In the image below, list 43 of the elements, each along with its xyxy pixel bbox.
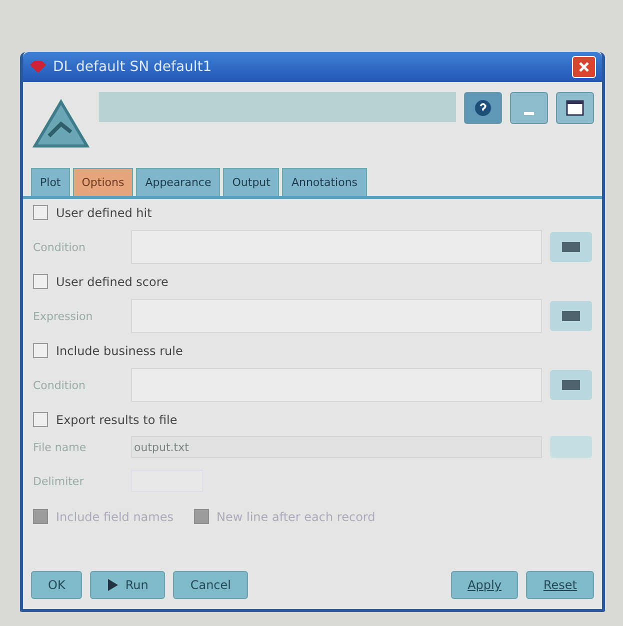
dialog-button[interactable]: Reset <box>526 571 594 599</box>
window-title: DL default SN default1 <box>53 59 213 75</box>
dialog-button[interactable]: Run <box>90 571 166 599</box>
checkbox-label: User defined hit <box>56 206 152 220</box>
expression-builder-button[interactable] <box>550 370 592 400</box>
text-field[interactable] <box>131 299 542 333</box>
checkbox[interactable] <box>33 205 48 220</box>
dialog-button[interactable]: Apply <box>450 571 518 599</box>
tab[interactable]: Options <box>72 168 134 196</box>
field-label: Condition <box>33 378 86 392</box>
close-icon <box>577 60 591 74</box>
checkbox[interactable] <box>33 274 48 289</box>
tab[interactable]: Annotations <box>282 168 367 196</box>
text-field[interactable] <box>131 230 542 264</box>
tab[interactable]: Appearance <box>136 168 220 196</box>
tab[interactable]: Output <box>223 168 280 196</box>
field-label: File name <box>33 440 88 454</box>
diamond-icon <box>29 60 47 74</box>
tab[interactable]: Plot <box>31 168 70 196</box>
checkbox-label: Export results to file <box>56 412 178 426</box>
text-field[interactable] <box>131 368 542 402</box>
maximize-button[interactable] <box>556 92 594 124</box>
checkbox-label: Include business rule <box>56 344 183 358</box>
field-label: Delimiter <box>33 474 85 488</box>
play-icon <box>107 579 120 591</box>
minimize-button[interactable] <box>510 92 548 124</box>
expression-builder-button[interactable] <box>550 301 592 331</box>
field-label: Condition <box>33 240 86 254</box>
close-button[interactable] <box>572 56 596 78</box>
minimize-icon <box>524 112 534 114</box>
expression-builder-button[interactable] <box>550 232 592 262</box>
field-label: Expression <box>33 310 94 322</box>
help-icon <box>474 99 492 117</box>
maximize-icon <box>565 99 585 117</box>
help-button[interactable] <box>464 92 502 124</box>
triangle-icon <box>31 98 91 150</box>
dialog-button[interactable]: OK <box>31 571 82 599</box>
checkbox-label: User defined score <box>56 274 168 288</box>
dialog-button[interactable]: Cancel <box>173 571 248 599</box>
checkbox[interactable] <box>33 343 48 358</box>
checkbox-label: New line after each record <box>216 510 376 524</box>
checkbox-label: Include field names <box>56 510 174 524</box>
checkbox[interactable] <box>33 412 48 427</box>
